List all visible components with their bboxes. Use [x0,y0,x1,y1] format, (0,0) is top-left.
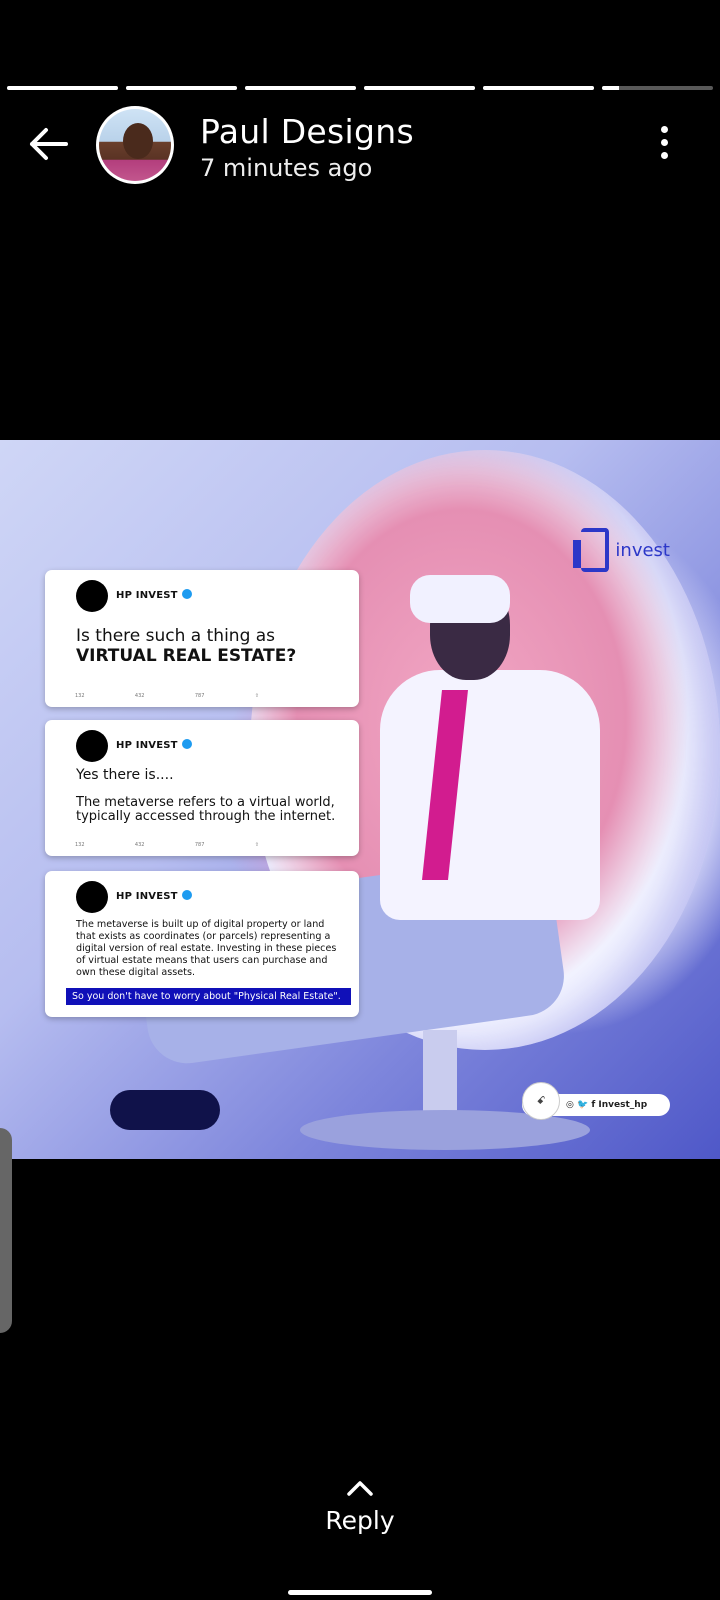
highlight-text: So you don't have to worry about "Physic… [66,988,351,1005]
story-header: Paul Designs 7 minutes ago [0,104,720,184]
verified-badge-icon [181,589,192,599]
shoe-graphic [110,1090,220,1130]
tweet-handle: HP INVEST [116,739,192,751]
back-arrow-icon[interactable] [26,124,70,164]
reply-count: 132 [75,693,85,699]
person-torso-graphic [380,670,600,920]
retweet-count: 432 [134,693,145,699]
social-handle: f Invest_hp [591,1100,648,1110]
tweet-text: The metaverse is built up of digital pro… [76,919,337,978]
tweet-card: HP INVEST Yes there is.... The metaverse… [45,720,359,856]
progress-segment [364,86,475,90]
tweet-intro: Yes there is.... [76,767,174,783]
vr-headset-graphic [410,575,510,623]
instagram-icon: ◎ [566,1100,574,1110]
tweet-actions: 132 432 787 ⇧ [75,693,259,699]
chevron-up-icon [347,1481,373,1496]
tweet-card: HP INVEST The metaverse is built up of d… [45,871,359,1017]
progress-segment [7,86,118,90]
story-image: invest HP INVEST Is there such a thing a… [0,440,720,1159]
side-panel-handle[interactable] [0,1128,12,1333]
share-icon: ⇧ [254,842,259,848]
like-count: 787 [194,693,205,699]
story-progress-bar [7,86,713,90]
brand-logo: invest [573,528,670,572]
share-icon: ⇧ [254,693,259,699]
reply-button[interactable]: Reply [0,1480,720,1535]
tweet-handle: HP INVEST [116,589,192,601]
reply-count: 132 [75,842,85,848]
home-indicator[interactable] [288,1590,432,1595]
reply-label: Reply [325,1506,395,1535]
progress-segment [126,86,237,90]
progress-segment-current [602,86,713,90]
progress-segment [245,86,356,90]
progress-segment [483,86,594,90]
posted-time: 7 minutes ago [200,154,373,182]
logo-mark-icon [573,528,610,572]
tweet-avatar [76,580,108,612]
like-count: 787 [194,842,205,848]
tweet-avatar [76,730,108,762]
more-options-icon[interactable] [658,126,670,162]
tweet-text: Is there such a thing as VIRTUAL REAL ES… [76,626,297,666]
author-name[interactable]: Paul Designs [200,112,414,151]
brand-badge-icon: ꗃ [522,1082,560,1120]
tweet-handle: HP INVEST [116,890,192,902]
tweet-actions: 132 432 787 ⇧ [75,842,259,848]
logo-text: invest [615,539,670,561]
avatar[interactable] [96,106,174,184]
tweet-avatar [76,881,108,913]
verified-badge-icon [181,739,192,749]
tweet-card: HP INVEST Is there such a thing as VIRTU… [45,570,359,707]
tweet-text: The metaverse refers to a virtual world,… [76,795,336,824]
verified-badge-icon [181,890,192,900]
retweet-count: 432 [134,842,145,848]
twitter-icon: 🐦 [577,1100,589,1110]
